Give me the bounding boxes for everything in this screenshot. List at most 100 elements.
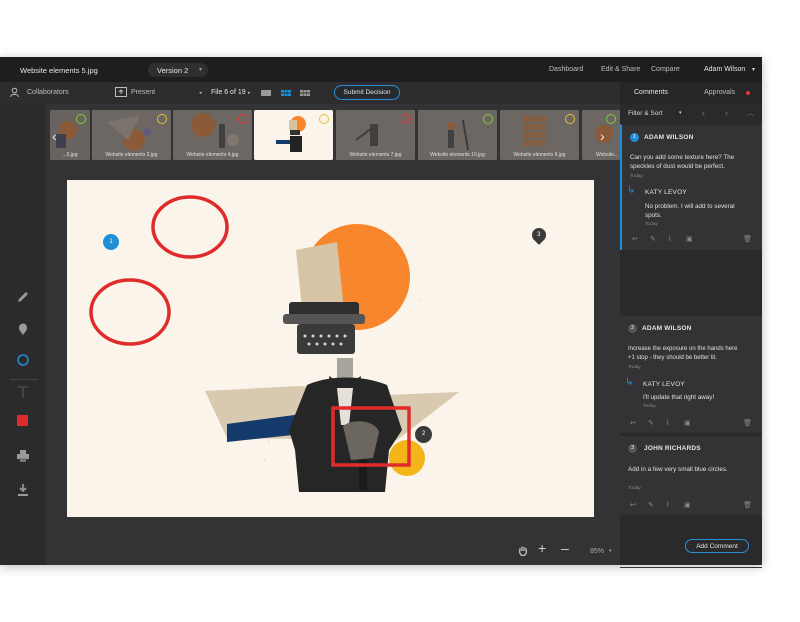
artwork-image bbox=[67, 180, 594, 517]
print-icon[interactable] bbox=[16, 449, 30, 463]
nav-compare[interactable]: Compare bbox=[651, 66, 680, 73]
filmstrip: ...5.jpg Website elements 3.jpg Website … bbox=[46, 104, 620, 169]
filmstrip-view-icon[interactable] bbox=[281, 90, 291, 96]
thumb-label: Website elements 7.jpg bbox=[336, 152, 415, 158]
zoom-caret-icon[interactable]: ▾ bbox=[609, 548, 612, 554]
thumb-label: Website... bbox=[582, 152, 620, 158]
edit-icon[interactable]: ✎ bbox=[648, 419, 666, 427]
zoom-level[interactable]: 85% bbox=[590, 548, 604, 555]
user-menu[interactable]: Adam Wilson bbox=[704, 66, 745, 73]
comment-thread[interactable]: 2 ADAM WILSON Increase the exposure on t… bbox=[620, 315, 762, 433]
approved-badge-icon bbox=[76, 114, 86, 124]
reply-time: Today bbox=[643, 404, 656, 409]
filter-bar: Filter & Sort ▾ ‹ › ︿ bbox=[620, 104, 762, 123]
grid-view-icon[interactable] bbox=[300, 90, 310, 96]
prev-comment-icon[interactable]: ‹ bbox=[702, 108, 705, 118]
approved-badge-icon bbox=[606, 114, 616, 124]
edit-icon[interactable]: ✎ bbox=[648, 501, 666, 509]
reply-arrow-icon: ↳ bbox=[625, 377, 633, 388]
pencil-icon[interactable] bbox=[16, 290, 30, 304]
attach-icon[interactable]: ⌇ bbox=[666, 419, 684, 427]
panel-divider bbox=[620, 567, 762, 568]
chevron-down-icon[interactable]: ▾ bbox=[679, 110, 682, 116]
reply-icon[interactable]: ↩ bbox=[632, 235, 650, 243]
hand-pan-icon[interactable] bbox=[518, 545, 528, 556]
reply-icon[interactable]: ↩ bbox=[630, 419, 648, 427]
reply-author: KATY LEVOY bbox=[643, 381, 685, 388]
attach-icon[interactable]: ⌇ bbox=[668, 235, 686, 243]
tab-comments[interactable]: Comments bbox=[634, 89, 668, 96]
edit-icon[interactable]: ✎ bbox=[650, 235, 668, 243]
comment-thread[interactable]: 3 JOHN RICHARDS Add in a few very small … bbox=[620, 435, 762, 515]
comment-marker-1[interactable]: 1 bbox=[103, 234, 119, 250]
file-counter: File 6 of 19 bbox=[211, 89, 246, 96]
version-label: Version 2 bbox=[157, 66, 188, 75]
approved-badge-icon bbox=[483, 114, 493, 124]
image-icon[interactable]: ▣ bbox=[684, 501, 702, 509]
filmstrip-thumb[interactable]: Website elements 10.jpg bbox=[418, 110, 497, 160]
toolbar: Collaborators Present ◂ File 6 of 19 ▸ S… bbox=[0, 82, 620, 104]
tab-approvals[interactable]: Approvals bbox=[704, 89, 735, 96]
filmstrip-thumb[interactable]: Website elements 4.jpg bbox=[173, 110, 252, 160]
artboard[interactable]: 1 2 3 bbox=[67, 180, 594, 517]
single-view-icon[interactable] bbox=[261, 90, 271, 96]
user-menu-caret-icon[interactable]: ▾ bbox=[752, 66, 755, 73]
file-title: Website elements 5.jpg bbox=[20, 66, 98, 75]
nav-edit-share[interactable]: Edit & Share bbox=[601, 66, 640, 73]
circle-tool-icon[interactable] bbox=[16, 353, 30, 367]
zoom-out-icon[interactable]: – bbox=[561, 540, 569, 556]
trash-icon[interactable]: 🗑 bbox=[743, 419, 752, 427]
prev-file-icon[interactable]: ◂ bbox=[199, 90, 202, 96]
present-button[interactable]: Present bbox=[131, 89, 155, 96]
next-file-icon[interactable]: ▸ bbox=[248, 90, 251, 96]
rejected-badge-icon bbox=[401, 114, 411, 124]
comment-author: ADAM WILSON bbox=[642, 325, 692, 332]
next-comment-icon[interactable]: › bbox=[725, 108, 728, 118]
reply-time: Today bbox=[645, 222, 658, 227]
text-tool-icon[interactable] bbox=[16, 385, 30, 399]
comment-thread[interactable]: 1 ADAM WILSON Can you add some texture h… bbox=[620, 124, 762, 250]
user-icon bbox=[9, 87, 20, 98]
pending-badge-icon bbox=[319, 114, 329, 124]
color-swatch-icon[interactable] bbox=[16, 414, 30, 428]
add-comment-button[interactable]: Add Comment bbox=[685, 539, 749, 553]
reply-text: No problem. I will add to several bbox=[645, 202, 735, 211]
version-dropdown[interactable]: Version 2 ▾ bbox=[148, 63, 208, 77]
comment-actions: ↩✎⌇▣ bbox=[632, 235, 704, 243]
filmstrip-prev-icon[interactable]: ‹ bbox=[52, 128, 57, 144]
comment-text: +1 stop - they should be better lit. bbox=[628, 354, 717, 363]
collapse-icon[interactable]: ︿ bbox=[747, 108, 754, 118]
filter-sort-dropdown[interactable]: Filter & Sort bbox=[628, 110, 662, 117]
filmstrip-next-icon[interactable]: › bbox=[600, 128, 605, 144]
zoom-in-icon[interactable]: + bbox=[538, 540, 546, 556]
comment-actions: ↩✎⌇▣ bbox=[630, 501, 702, 509]
reply-arrow-icon: ↳ bbox=[627, 185, 635, 196]
pin-icon[interactable] bbox=[16, 322, 30, 336]
nav-dashboard[interactable]: Dashboard bbox=[549, 66, 583, 73]
thumb-label: Website elements 10.jpg bbox=[418, 152, 497, 158]
top-bar: Website elements 5.jpg Version 2 ▾ Dashb… bbox=[0, 57, 762, 82]
image-icon[interactable]: ▣ bbox=[686, 235, 704, 243]
pending-badge-icon bbox=[157, 114, 167, 124]
thumb-label: Website elements 4.jpg bbox=[173, 152, 252, 158]
image-icon[interactable]: ▣ bbox=[684, 419, 702, 427]
reply-author: KATY LEVOY bbox=[645, 189, 687, 196]
filmstrip-thumb[interactable]: Website elements 9.jpg bbox=[500, 110, 579, 160]
comment-marker-2[interactable]: 2 bbox=[415, 426, 432, 443]
chevron-down-icon: ▾ bbox=[199, 66, 202, 73]
submit-decision-button[interactable]: Submit Decision bbox=[334, 85, 400, 100]
reply-icon[interactable]: ↩ bbox=[630, 501, 648, 509]
download-icon[interactable] bbox=[16, 483, 30, 497]
collaborators-button[interactable]: Collaborators bbox=[27, 89, 69, 96]
filmstrip-thumb[interactable]: Website elements 3.jpg bbox=[92, 110, 171, 160]
trash-icon[interactable]: 🗑 bbox=[743, 501, 752, 509]
filmstrip-thumb[interactable]: Website elements 7.jpg bbox=[336, 110, 415, 160]
thumb-label: Website elements 3.jpg bbox=[92, 152, 171, 158]
attach-icon[interactable]: ⌇ bbox=[666, 501, 684, 509]
filmstrip-thumb-active[interactable] bbox=[254, 110, 333, 160]
trash-icon[interactable]: 🗑 bbox=[743, 235, 752, 243]
comment-time: Today bbox=[628, 365, 641, 370]
rejected-badge-icon bbox=[238, 114, 248, 124]
comment-actions: ↩✎⌇▣ bbox=[630, 419, 702, 427]
app-window: Website elements 5.jpg Version 2 ▾ Dashb… bbox=[0, 57, 762, 565]
